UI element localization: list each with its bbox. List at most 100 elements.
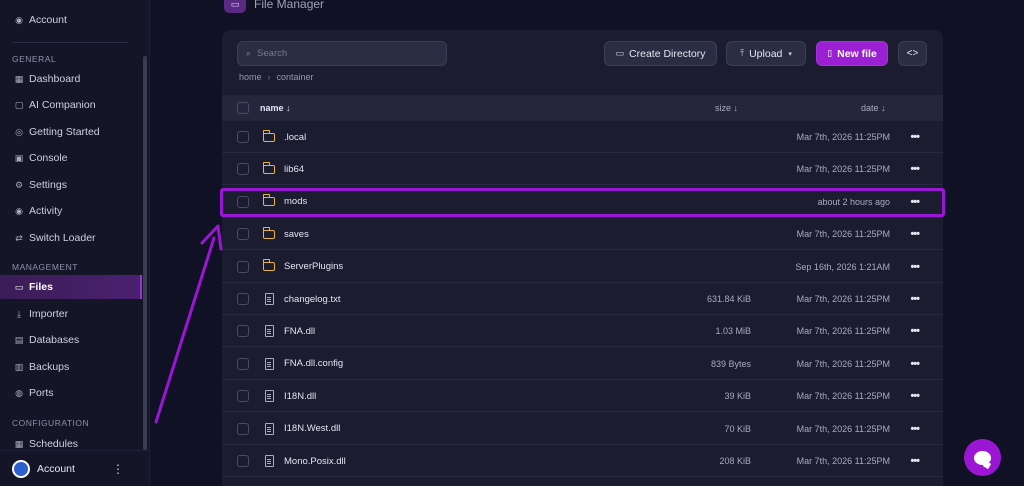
table-row[interactable]: saves Mar 7th, 2026 11:25PM ••• — [222, 218, 943, 251]
table-row[interactable]: lib64 Mar 7th, 2026 11:25PM ••• — [222, 153, 943, 186]
row-menu-icon[interactable]: ••• — [910, 251, 920, 283]
code-toggle-button[interactable]: <> — [898, 41, 927, 66]
sidebar-item-label: Backups — [29, 361, 70, 373]
folder-icon — [262, 161, 276, 176]
row-checkbox[interactable] — [237, 131, 249, 143]
create-directory-button[interactable]: ▭ Create Directory — [604, 41, 717, 66]
sidebar-item-databases[interactable]: ▤ Databases — [0, 328, 142, 352]
row-menu-icon[interactable]: ••• — [910, 283, 920, 315]
column-name[interactable]: name ↓ — [260, 95, 291, 121]
sidebar-item-getting-started[interactable]: ◎ Getting Started — [0, 120, 142, 144]
sidebar-item-backups[interactable]: ▥ Backups — [0, 355, 142, 379]
sidebar-item-switch-loader[interactable]: ⇄ Switch Loader — [0, 226, 142, 250]
file-icon — [262, 454, 276, 468]
file-name[interactable]: saves — [284, 218, 309, 250]
file-name[interactable]: FNA.dll — [284, 315, 315, 347]
table-row[interactable]: Mono.Posix.dll 208 KiB Mar 7th, 2026 11:25… — [222, 445, 943, 477]
file-name[interactable]: Mono.Posix.dll — [284, 445, 346, 477]
search-input[interactable] — [257, 48, 438, 59]
file-name[interactable]: I18N.West.dll — [284, 413, 340, 445]
sidebar-item-ai-companion[interactable]: ▢ AI Companion — [0, 93, 142, 117]
file-size: 631.84 KiB — [706, 294, 751, 304]
sidebar-item-importer[interactable]: ⤓ Importer — [0, 302, 142, 326]
sidebar-item-ports[interactable]: ◍ Ports — [0, 381, 142, 405]
row-menu-icon[interactable]: ••• — [910, 153, 920, 185]
upload-label: Upload — [749, 47, 783, 60]
breadcrumb-home[interactable]: home — [239, 72, 262, 82]
row-checkbox[interactable] — [237, 325, 249, 338]
select-all-checkbox[interactable] — [237, 102, 249, 114]
account-footer[interactable]: Account ⋮ — [0, 450, 149, 486]
globe-icon: ◍ — [15, 387, 23, 398]
breadcrumb: home › container — [239, 72, 314, 82]
file-name[interactable]: ServerPlugins — [284, 251, 343, 283]
row-checkbox[interactable] — [237, 390, 249, 403]
file-shape — [264, 390, 274, 403]
sidebar-item-label: Ports — [29, 387, 54, 399]
sidebar-item-console[interactable]: ▣ Console — [0, 146, 142, 170]
search-box[interactable]: ⌕ — [237, 41, 447, 66]
file-date: Mar 7th, 2026 11:25PM — [796, 294, 890, 304]
sidebar-item-settings[interactable]: ⚙ Settings — [0, 173, 142, 197]
sidebar-item-activity[interactable]: ◉ Activity — [0, 199, 142, 223]
sidebar-item-account[interactable]: ◉ Account — [0, 8, 142, 32]
sidebar-item-label: Console — [29, 152, 68, 164]
sidebar-item-label: Account — [29, 14, 67, 26]
table-row[interactable]: ServerPlugins Sep 16th, 2026 1:21AM ••• — [222, 251, 943, 283]
breadcrumb-container[interactable]: container — [277, 72, 314, 82]
file-name[interactable]: I18N.dll — [284, 380, 316, 412]
row-menu-icon[interactable]: ••• — [910, 218, 920, 250]
file-plus-icon: ▯ — [827, 48, 833, 58]
file-size: 70 KiB — [724, 423, 751, 434]
row-checkbox[interactable] — [237, 260, 249, 273]
new-file-label: New file — [837, 47, 877, 60]
database-icon: ▤ — [14, 334, 24, 345]
table-row[interactable]: changelog.txt 631.84 KiB Mar 7th, 2026 11:… — [222, 283, 943, 315]
row-menu-icon[interactable]: ••• — [910, 380, 920, 412]
new-file-button[interactable]: ▯ New file — [816, 41, 888, 66]
row-menu-icon[interactable]: ••• — [910, 413, 920, 445]
sidebar-scrollbar[interactable] — [143, 56, 147, 450]
chat-icon: ▢ — [14, 99, 24, 110]
table-row[interactable]: FNA.dll 1.03 MiB Mar 7th, 2026 11:25PM ••• — [222, 315, 943, 348]
file-name[interactable]: changelog.txt — [284, 283, 341, 315]
table-row[interactable]: I18N.West.dll 70 KiB Mar 7th, 2026 11:25PM… — [222, 413, 943, 445]
table-row[interactable]: I18N.dll 39 KiB Mar 7th, 2026 11:25PM ••• — [222, 380, 943, 413]
row-menu-icon[interactable]: ••• — [910, 121, 920, 153]
row-checkbox[interactable] — [237, 357, 249, 370]
sidebar-item-label: Databases — [29, 334, 80, 346]
row-checkbox[interactable] — [237, 163, 249, 176]
user-circle-icon: ◉ — [15, 14, 23, 25]
more-vertical-icon[interactable]: ⋮ — [112, 462, 124, 476]
sidebar-item-label: Dashboard — [29, 73, 81, 85]
row-checkbox[interactable] — [237, 293, 249, 305]
sidebar-item-files[interactable]: ▭ Files — [0, 275, 142, 299]
terminal-icon: ▣ — [14, 152, 24, 163]
avatar[interactable] — [12, 459, 30, 478]
table-row[interactable]: .local Mar 7th, 2026 11:25PM ••• — [222, 121, 943, 153]
chevron-down-icon: ▾ — [788, 50, 792, 58]
column-size[interactable]: size ↓ — [715, 95, 738, 121]
row-menu-icon[interactable]: ••• — [910, 348, 920, 380]
column-date[interactable]: date ↓ — [861, 95, 886, 121]
file-date: Mar 7th, 2026 11:25PM — [796, 229, 890, 240]
file-shape — [264, 325, 274, 338]
sidebar-item-label: Files — [29, 281, 53, 293]
upload-button[interactable]: ⤒ Upload ▾ — [726, 41, 806, 66]
chat-widget-button[interactable] — [964, 439, 1001, 476]
file-shape — [264, 422, 274, 435]
eye-icon: ◉ — [15, 205, 23, 216]
table-row[interactable]: FNA.dll.config 839 Bytes Mar 7th, 2026 11:… — [222, 348, 943, 380]
file-name[interactable]: .local — [284, 121, 306, 153]
file-name[interactable]: FNA.dll.config — [284, 348, 343, 380]
row-menu-icon[interactable]: ••• — [910, 315, 920, 347]
sidebar-item-dashboard[interactable]: ▦ Dashboard — [0, 67, 142, 91]
row-checkbox[interactable] — [237, 422, 249, 435]
file-shape — [264, 455, 274, 467]
file-name[interactable]: lib64 — [284, 153, 304, 185]
row-checkbox[interactable] — [237, 228, 249, 241]
row-menu-icon[interactable]: ••• — [910, 445, 920, 477]
folder-shape — [262, 129, 275, 142]
row-checkbox[interactable] — [237, 455, 249, 467]
chat-bubble-icon — [974, 450, 991, 465]
